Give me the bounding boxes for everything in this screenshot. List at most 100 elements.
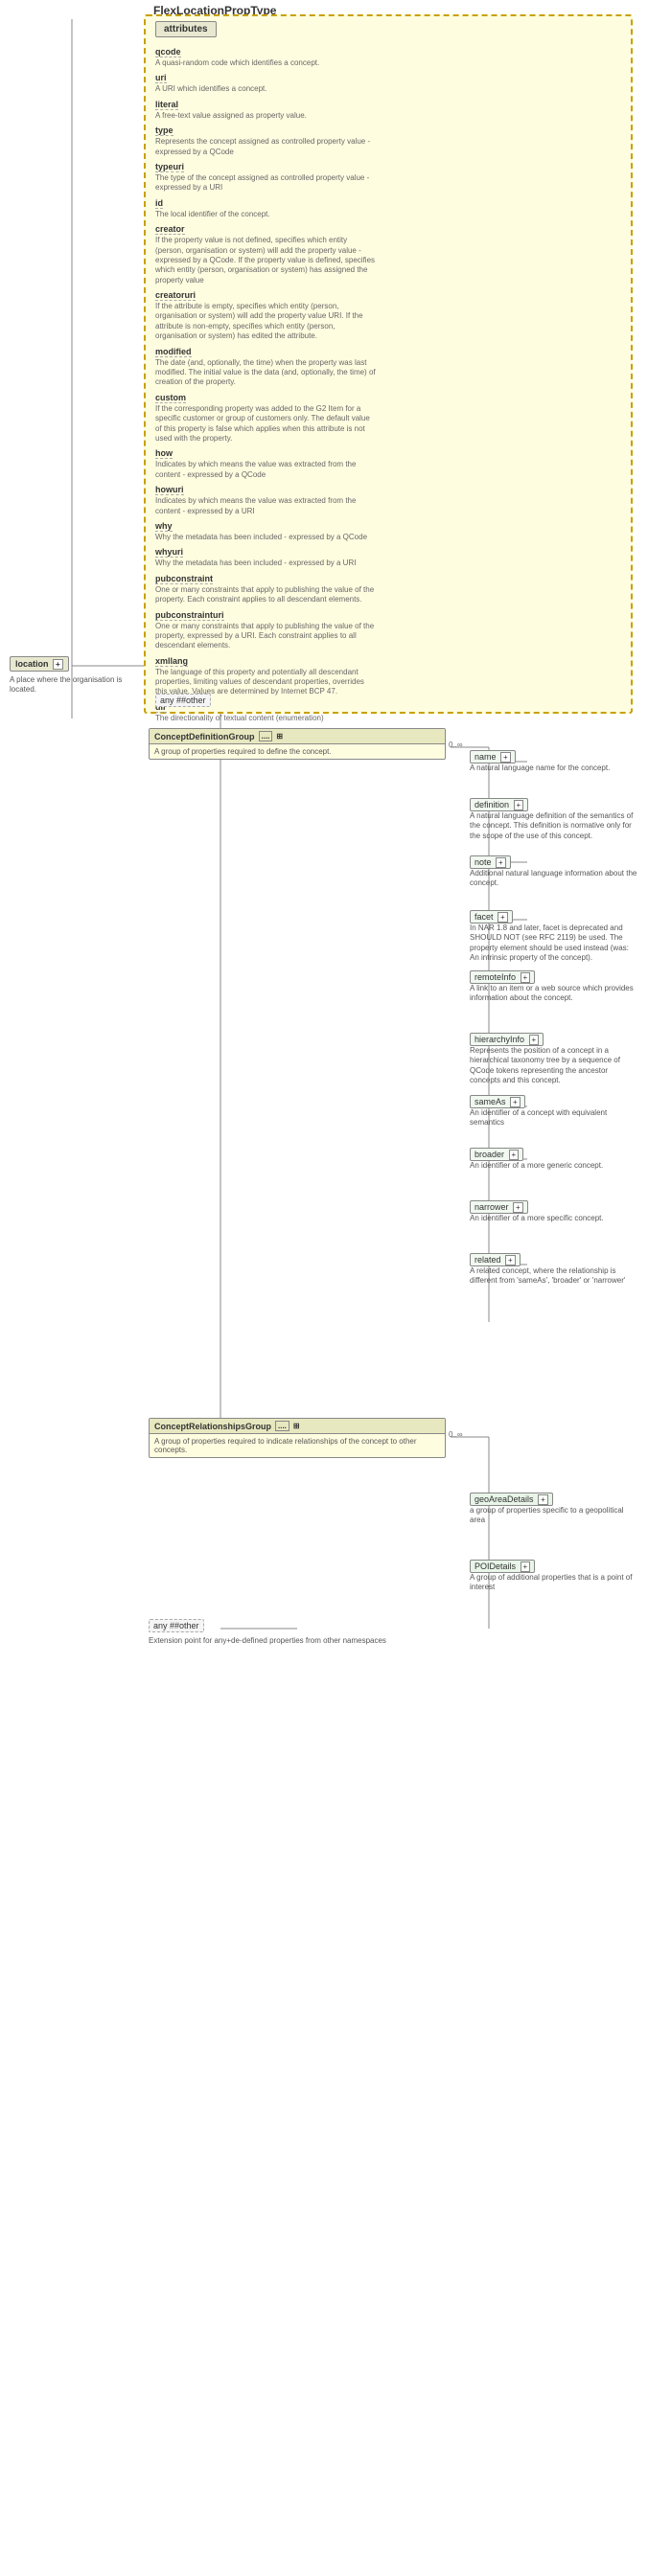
- sameas-desc: An identifier of a concept with equivale…: [470, 1108, 637, 1128]
- attr-custom-name: custom: [155, 393, 186, 403]
- elem-poi-label: POIDetails: [474, 1562, 516, 1571]
- attr-modified-desc: The date (and, optionally, the time) whe…: [155, 358, 376, 388]
- crg-header: ConceptRelationshipsGroup .... ⊞: [150, 1419, 445, 1434]
- crg-dots: ....: [275, 1421, 289, 1431]
- elem-facet-label: facet: [474, 912, 494, 922]
- crg-connector-icon: ⊞: [293, 1422, 300, 1430]
- attr-howuri-name: howuri: [155, 485, 184, 495]
- geoarea-plus-icon: +: [538, 1494, 548, 1505]
- attr-creatoruri-desc: If the attribute is empty, specifies whi…: [155, 302, 376, 342]
- elem-note-label: note: [474, 857, 492, 867]
- hierarchyinfo-desc: Represents the position of a concept in …: [470, 1046, 637, 1086]
- location-plus-icon: +: [53, 659, 63, 670]
- related-desc: A related concept, where the relationshi…: [470, 1266, 637, 1287]
- elem-narrower-box: narrower +: [470, 1200, 528, 1214]
- attr-type-name: type: [155, 125, 174, 136]
- attr-uri-desc: A URI which identifies a concept.: [155, 84, 376, 94]
- cdg-range: 0..∞: [449, 741, 463, 749]
- any-other-bottom-box: any ##other: [149, 1619, 204, 1632]
- broader-desc: An identifier of a more generic concept.: [470, 1161, 637, 1171]
- geoarea-desc: a group of properties specific to a geop…: [470, 1506, 637, 1526]
- related-plus-icon: +: [505, 1255, 516, 1265]
- attr-dir-desc: The directionality of textual content (e…: [155, 714, 376, 723]
- elem-name-box: name +: [470, 750, 516, 764]
- attr-why-name: why: [155, 521, 173, 532]
- any-other-main: any ##other: [155, 694, 211, 707]
- elem-hierarchyinfo-label: hierarchyInfo: [474, 1035, 524, 1044]
- name-desc: A natural language name for the concept.: [470, 764, 637, 773]
- attr-pubconstraint-desc: One or many constraints that apply to pu…: [155, 585, 376, 605]
- elem-broader-box: broader +: [470, 1148, 523, 1161]
- attr-pubconstraint: pubconstraint One or many constraints th…: [155, 572, 376, 606]
- narrower-desc: An identifier of a more specific concept…: [470, 1214, 637, 1223]
- any-other-main-label: any ##other: [160, 695, 206, 705]
- cdg-desc: A group of properties required to define…: [150, 744, 445, 759]
- attr-uri-name: uri: [155, 73, 167, 83]
- narrower-plus-icon: +: [513, 1202, 523, 1213]
- elem-hierarchyinfo-box: hierarchyInfo +: [470, 1033, 544, 1046]
- note-plus-icon: +: [496, 857, 506, 868]
- hierarchyinfo-plus-icon: +: [529, 1035, 540, 1045]
- elem-narrower-label: narrower: [474, 1202, 509, 1212]
- note-desc: Additional natural language information …: [470, 869, 637, 889]
- crg-range: 0..∞: [449, 1430, 463, 1439]
- attr-id-desc: The local identifier of the concept.: [155, 210, 376, 219]
- elem-facet-box: facet +: [470, 910, 513, 923]
- attr-creator-name: creator: [155, 224, 185, 235]
- remoteinfo-desc: A link to an item or a web source which …: [470, 984, 637, 1004]
- attributes-header: attributes: [155, 21, 217, 37]
- elem-definition-box: definition +: [470, 798, 528, 811]
- sameas-plus-icon: +: [510, 1097, 521, 1107]
- broader-plus-icon: +: [509, 1150, 520, 1160]
- attr-typeuri-name: typeuri: [155, 162, 184, 172]
- attr-xmllang: xmllang The language of this property an…: [155, 654, 376, 698]
- attr-how-desc: Indicates by which means the value was e…: [155, 460, 376, 480]
- location-label: location: [15, 659, 49, 669]
- cdg-dots: ....: [259, 731, 273, 741]
- elem-poi-box: POIDetails +: [470, 1560, 535, 1573]
- concept-definition-group-box: ConceptDefinitionGroup .... ⊞ A group of…: [149, 728, 446, 760]
- attr-pubconstraint-name: pubconstraint: [155, 574, 213, 584]
- elem-broader-label: broader: [474, 1150, 504, 1159]
- attr-how: how Indicates by which means the value w…: [155, 446, 376, 481]
- crg-label: ConceptRelationshipsGroup: [154, 1422, 271, 1431]
- attr-howuri: howuri Indicates by which means the valu…: [155, 483, 376, 517]
- crg-desc: A group of properties required to indica…: [150, 1434, 445, 1457]
- attr-custom-desc: If the corresponding property was added …: [155, 404, 376, 445]
- elem-remoteinfo-box: remoteInfo +: [470, 970, 535, 984]
- attr-modified-name: modified: [155, 347, 192, 357]
- attr-why: why Why the metadata has been included -…: [155, 519, 376, 543]
- attr-how-name: how: [155, 448, 173, 459]
- facet-desc: In NAR 1.8 and later, facet is deprecate…: [470, 923, 637, 964]
- elem-related-label: related: [474, 1255, 501, 1265]
- attr-pubconstrainturi-name: pubconstrainturi: [155, 610, 224, 621]
- elem-note-box: note +: [470, 855, 511, 869]
- poi-desc: A group of additional properties that is…: [470, 1573, 637, 1593]
- location-desc: A place where the organisation is locate…: [10, 675, 134, 695]
- attr-pubconstrainturi-desc: One or many constraints that apply to pu…: [155, 622, 376, 651]
- attr-type: type Represents the concept assigned as …: [155, 124, 376, 158]
- location-box: location +: [10, 656, 69, 672]
- attr-qcode: qcode A quasi-random code which identifi…: [155, 45, 376, 69]
- attr-creatoruri-name: creatoruri: [155, 290, 196, 301]
- attr-modified: modified The date (and, optionally, the …: [155, 345, 376, 389]
- name-plus-icon: +: [500, 752, 511, 763]
- attr-whyuri-name: whyuri: [155, 547, 183, 558]
- cdg-connector-icon: ⊞: [276, 732, 283, 741]
- attr-literal-desc: A free-text value assigned as property v…: [155, 111, 376, 121]
- attr-uri: uri A URI which identifies a concept.: [155, 71, 376, 95]
- attr-id-name: id: [155, 198, 163, 209]
- attr-whyuri: whyuri Why the metadata has been include…: [155, 545, 376, 569]
- main-wrapper-box: attributes qcode A quasi-random code whi…: [144, 14, 633, 714]
- attr-type-desc: Represents the concept assigned as contr…: [155, 137, 376, 157]
- diagram-container: FlexLocationPropType attributes qcode A …: [0, 0, 648, 2576]
- poi-plus-icon: +: [521, 1562, 531, 1572]
- attributes-list: qcode A quasi-random code which identifi…: [155, 40, 376, 726]
- attr-literal: literal A free-text value assigned as pr…: [155, 98, 376, 122]
- facet-plus-icon: +: [498, 912, 508, 923]
- remoteinfo-plus-icon: +: [521, 972, 531, 983]
- elem-geoarea-label: geoAreaDetails: [474, 1494, 534, 1504]
- attr-creator: creator If the property value is not def…: [155, 222, 376, 286]
- elem-remoteinfo-label: remoteInfo: [474, 972, 516, 982]
- attr-literal-name: literal: [155, 100, 178, 110]
